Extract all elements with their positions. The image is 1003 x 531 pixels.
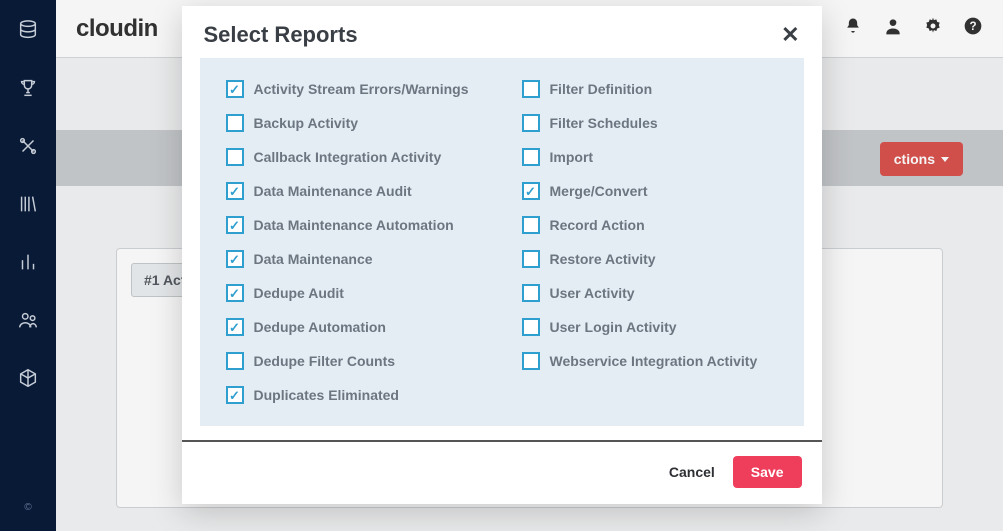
select-reports-modal: Select Reports ✕ Activity Stream Errors/… bbox=[182, 6, 822, 504]
checkbox[interactable] bbox=[226, 182, 244, 200]
checkbox[interactable] bbox=[226, 284, 244, 302]
report-item[interactable]: Record Action bbox=[522, 216, 778, 234]
report-item[interactable]: Callback Integration Activity bbox=[226, 148, 482, 166]
checkbox[interactable] bbox=[522, 352, 540, 370]
report-label: Data Maintenance Audit bbox=[254, 183, 412, 199]
report-item[interactable]: Filter Schedules bbox=[522, 114, 778, 132]
report-item[interactable]: Data Maintenance Audit bbox=[226, 182, 482, 200]
report-label: Dedupe Automation bbox=[254, 319, 386, 335]
report-label: Filter Definition bbox=[550, 81, 653, 97]
report-item[interactable]: Dedupe Audit bbox=[226, 284, 482, 302]
report-item[interactable]: User Login Activity bbox=[522, 318, 778, 336]
report-label: Merge/Convert bbox=[550, 183, 648, 199]
checkbox[interactable] bbox=[226, 114, 244, 132]
checkbox[interactable] bbox=[226, 216, 244, 234]
report-item[interactable]: Backup Activity bbox=[226, 114, 482, 132]
checkbox[interactable] bbox=[522, 318, 540, 336]
cancel-button[interactable]: Cancel bbox=[669, 464, 715, 480]
checkbox[interactable] bbox=[226, 352, 244, 370]
report-item[interactable]: Duplicates Eliminated bbox=[226, 386, 482, 404]
report-label: User Activity bbox=[550, 285, 635, 301]
checkbox[interactable] bbox=[226, 250, 244, 268]
checkbox[interactable] bbox=[226, 148, 244, 166]
report-label: Dedupe Filter Counts bbox=[254, 353, 396, 369]
report-item[interactable]: Webservice Integration Activity bbox=[522, 352, 778, 370]
report-label: Filter Schedules bbox=[550, 115, 658, 131]
checkbox[interactable] bbox=[522, 114, 540, 132]
report-label: Data Maintenance Automation bbox=[254, 217, 454, 233]
report-label: Activity Stream Errors/Warnings bbox=[254, 81, 469, 97]
report-item[interactable]: Dedupe Automation bbox=[226, 318, 482, 336]
checkbox[interactable] bbox=[226, 80, 244, 98]
report-column-right: Filter Definition Filter Schedules Import M… bbox=[522, 80, 778, 404]
report-item[interactable]: User Activity bbox=[522, 284, 778, 302]
report-item[interactable]: Dedupe Filter Counts bbox=[226, 352, 482, 370]
report-item[interactable]: Activity Stream Errors/Warnings bbox=[226, 80, 482, 98]
report-item[interactable]: Merge/Convert bbox=[522, 182, 778, 200]
checkbox[interactable] bbox=[522, 80, 540, 98]
checkbox[interactable] bbox=[522, 216, 540, 234]
modal-title: Select Reports bbox=[204, 22, 358, 48]
modal-header: Select Reports ✕ bbox=[182, 6, 822, 58]
modal-footer: Cancel Save bbox=[182, 442, 822, 504]
checkbox[interactable] bbox=[522, 284, 540, 302]
report-item[interactable]: Data Maintenance Automation bbox=[226, 216, 482, 234]
checkbox[interactable] bbox=[522, 182, 540, 200]
report-label: User Login Activity bbox=[550, 319, 677, 335]
modal-body: Activity Stream Errors/Warnings Backup Ac… bbox=[200, 58, 804, 426]
report-label: Dedupe Audit bbox=[254, 285, 344, 301]
report-label: Record Action bbox=[550, 217, 645, 233]
report-item[interactable]: Data Maintenance bbox=[226, 250, 482, 268]
checkbox[interactable] bbox=[522, 148, 540, 166]
report-item[interactable]: Restore Activity bbox=[522, 250, 778, 268]
report-label: Webservice Integration Activity bbox=[550, 353, 758, 369]
checkbox[interactable] bbox=[226, 318, 244, 336]
report-label: Import bbox=[550, 149, 594, 165]
report-label: Restore Activity bbox=[550, 251, 656, 267]
report-label: Callback Integration Activity bbox=[254, 149, 442, 165]
report-label: Data Maintenance bbox=[254, 251, 373, 267]
report-label: Backup Activity bbox=[254, 115, 359, 131]
report-label: Duplicates Eliminated bbox=[254, 387, 399, 403]
save-button[interactable]: Save bbox=[733, 456, 802, 488]
report-column-left: Activity Stream Errors/Warnings Backup Ac… bbox=[226, 80, 482, 404]
checkbox[interactable] bbox=[522, 250, 540, 268]
app-root: © cloudin ? bbox=[0, 0, 1003, 531]
report-item[interactable]: Import bbox=[522, 148, 778, 166]
modal-backdrop: Select Reports ✕ Activity Stream Errors/… bbox=[0, 0, 1003, 531]
report-item[interactable]: Filter Definition bbox=[522, 80, 778, 98]
checkbox[interactable] bbox=[226, 386, 244, 404]
close-icon[interactable]: ✕ bbox=[781, 24, 799, 46]
